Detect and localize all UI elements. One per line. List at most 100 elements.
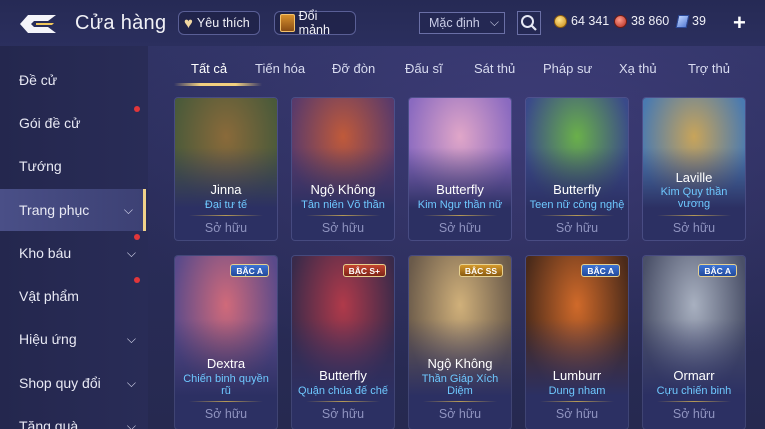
sidebar-item-skins[interactable]: Trang phục ⌵	[0, 189, 146, 231]
ownership-status: Sở hữu	[204, 407, 248, 421]
hero-name: Ngộ Không	[427, 356, 493, 371]
divider	[189, 401, 263, 402]
skin-card[interactable]: BẬC A Dextra Chiến binh quyền rũ Sở hữu	[175, 256, 277, 429]
sidebar-item-label: Shop quy đổi	[19, 375, 101, 391]
tier-badge: BẬC S+	[342, 264, 386, 277]
hero-name: Jinna	[210, 182, 242, 197]
tab-assassin[interactable]: Sát thủ	[474, 61, 515, 76]
sort-dropdown[interactable]: Mặc định ⌵	[419, 12, 505, 34]
sidebar-item-label: Đề cử	[19, 72, 58, 88]
skin-card[interactable]: BẬC SS Ngộ Không Thần Giáp Xích Diệm Sở …	[409, 256, 511, 429]
sidebar-item-recommended-packs[interactable]: Gói đề cử	[0, 102, 146, 144]
sidebar-item-label: Kho báu	[19, 245, 72, 261]
top-bar: Cửa hàng ♥ Yêu thích Đổi mảnh Mặc định ⌵…	[0, 0, 765, 46]
notification-dot	[134, 234, 140, 240]
tier-badge: BẬC A	[581, 264, 620, 277]
ruby-amount: 38 860	[631, 14, 670, 28]
tab-tank[interactable]: Đỡ đòn	[332, 61, 375, 76]
hero-name: Ormarr	[673, 368, 715, 383]
sidebar: Đề cử Gói đề cử Tướng Trang phục ⌵ Kho b…	[0, 46, 148, 429]
sidebar-item-recommended[interactable]: Đề cử	[0, 59, 146, 101]
voucher-icon	[675, 14, 690, 28]
hero-name: Ngộ Không	[310, 182, 376, 197]
tab-evolution[interactable]: Tiến hóa	[255, 61, 305, 76]
exchange-shards-button[interactable]: Đổi mảnh	[274, 9, 356, 37]
back-button[interactable]	[18, 13, 58, 35]
skin-name: Chiến binh quyền rũ	[183, 373, 269, 397]
shard-icon	[280, 14, 295, 32]
skin-name: Kim Quy thần vương	[660, 186, 728, 210]
divider	[657, 215, 731, 216]
page-title: Cửa hàng	[75, 12, 167, 34]
skin-name: Đại tư tế	[204, 199, 248, 211]
skin-name: Teen nữ công nghệ	[529, 199, 625, 211]
ownership-status: Sở hữu	[204, 221, 248, 235]
ownership-status: Sở hữu	[438, 407, 482, 421]
hero-name: Butterfly	[553, 182, 601, 197]
tier-badge: BẬC SS	[458, 264, 503, 277]
active-tab-indicator	[174, 83, 262, 86]
ownership-status: Sở hữu	[321, 221, 365, 235]
hero-name: Butterfly	[319, 368, 367, 383]
sidebar-item-label: Hiệu ứng	[19, 331, 77, 347]
tab-marksman[interactable]: Xạ thủ	[619, 61, 657, 76]
sidebar-item-gifts[interactable]: Tặng quà ⌵	[0, 405, 146, 429]
skin-card[interactable]: Jinna Đại tư tế Sở hữu	[175, 98, 277, 240]
tab-fighter[interactable]: Đấu sĩ	[405, 61, 443, 76]
chevron-down-icon: ⌵	[126, 419, 136, 429]
tab-mage[interactable]: Pháp sư	[543, 61, 592, 76]
voucher-currency: 39	[675, 14, 706, 28]
search-button[interactable]	[517, 11, 541, 35]
skin-card[interactable]: Laville Kim Quy thần vương Sở hữu	[643, 98, 745, 240]
exchange-shards-label: Đổi mảnh	[298, 9, 330, 37]
category-tabs: Tất cả Tiến hóa Đỡ đòn Đấu sĩ Sát thủ Ph…	[148, 46, 765, 90]
tier-badge: BẬC A	[230, 264, 269, 277]
tab-support[interactable]: Trợ thủ	[688, 61, 730, 76]
skin-name: Tân niên Võ thần	[301, 199, 385, 211]
divider	[423, 401, 497, 402]
skin-name: Kim Ngư thần nữ	[417, 199, 503, 211]
gold-currency: 64 341	[554, 14, 609, 28]
divider	[306, 401, 380, 402]
skin-card[interactable]: BẬC S+ Butterfly Quận chúa đế chế Sở hữu	[292, 256, 394, 429]
gold-amount: 64 341	[571, 14, 610, 28]
hero-name: Lumburr	[552, 368, 602, 383]
skin-card[interactable]: BẬC A Lumburr Dung nham Sở hữu	[526, 256, 628, 429]
ruby-currency: 38 860	[614, 14, 669, 28]
skin-name: Thần Giáp Xích Diệm	[421, 373, 499, 397]
chevron-down-icon: ⌵	[126, 376, 136, 390]
sidebar-item-items[interactable]: Vật phẩm	[0, 275, 146, 317]
ownership-status: Sở hữu	[321, 407, 365, 421]
hero-name: Laville	[675, 170, 713, 185]
search-icon	[521, 15, 537, 31]
tab-all[interactable]: Tất cả	[191, 61, 227, 76]
sidebar-item-effects[interactable]: Hiệu ứng ⌵	[0, 318, 146, 360]
back-arrow-icon	[20, 15, 56, 33]
sidebar-item-treasure[interactable]: Kho báu ⌵	[0, 232, 146, 274]
skin-name: Cựu chiến binh	[656, 385, 732, 397]
skin-card[interactable]: Butterfly Teen nữ công nghệ Sở hữu	[526, 98, 628, 240]
favorites-button[interactable]: ♥ Yêu thích	[178, 11, 260, 35]
skin-card[interactable]: Butterfly Kim Ngư thần nữ Sở hữu	[409, 98, 511, 240]
notification-dot	[134, 106, 140, 112]
sidebar-item-heroes[interactable]: Tướng	[0, 145, 146, 187]
skin-card[interactable]: BẬC A Ormarr Cựu chiến binh Sở hữu	[643, 256, 745, 429]
hero-name: Dextra	[206, 356, 246, 371]
sidebar-item-label: Gói đề cử	[19, 115, 81, 131]
notification-dot	[134, 277, 140, 283]
sidebar-item-label: Trang phục	[19, 202, 90, 218]
divider	[540, 215, 614, 216]
hero-name: Butterfly	[436, 182, 484, 197]
sidebar-item-exchange-shop[interactable]: Shop quy đổi ⌵	[0, 362, 146, 404]
ownership-status: Sở hữu	[555, 407, 599, 421]
ownership-status: Sở hữu	[555, 221, 599, 235]
sidebar-item-label: Tướng	[19, 158, 62, 174]
chevron-down-icon: ⌵	[123, 203, 133, 217]
ruby-icon	[614, 14, 627, 28]
divider	[423, 215, 497, 216]
skin-card[interactable]: Ngộ Không Tân niên Võ thần Sở hữu	[292, 98, 394, 240]
voucher-amount: 39	[692, 14, 706, 28]
add-currency-button[interactable]: +	[733, 10, 746, 36]
ownership-status: Sở hữu	[672, 407, 716, 421]
heart-icon: ♥	[184, 14, 193, 32]
